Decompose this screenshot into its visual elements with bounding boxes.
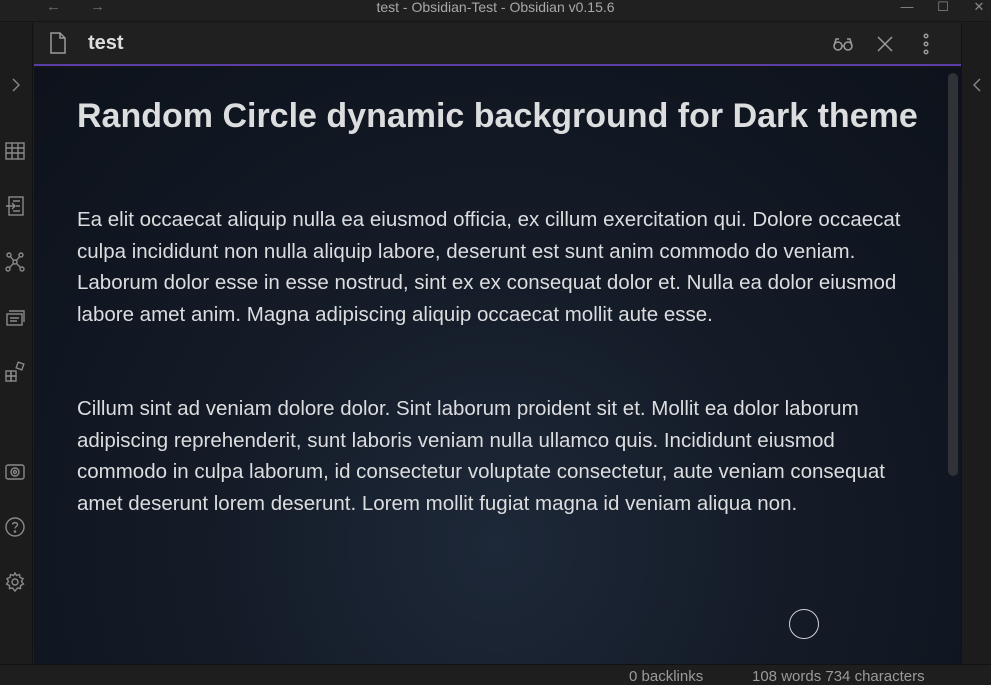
title-bar: ← → test - Obsidian-Test - Obsidian v0.1… — [0, 0, 991, 22]
window-title: test - Obsidian-Test - Obsidian v0.15.6 — [376, 0, 615, 15]
reading-view-icon[interactable] — [831, 33, 855, 55]
background-circle — [789, 609, 819, 639]
graph-icon[interactable] — [3, 250, 27, 274]
more-options-icon[interactable] — [914, 33, 938, 55]
plugins-icon[interactable] — [3, 360, 27, 384]
expand-chevron-icon[interactable] — [3, 73, 27, 97]
note-paragraph: Cillum sint ad veniam dolore dolor. Sint… — [77, 397, 885, 515]
minimize-button[interactable]: — — [892, 0, 922, 16]
help-icon[interactable] — [3, 515, 27, 539]
editor-pane: test Random Circle dynamic background fo… — [34, 23, 961, 664]
settings-icon[interactable] — [3, 570, 27, 594]
right-ribbon — [961, 23, 991, 664]
close-icon[interactable] — [873, 33, 897, 55]
word-character-count: 108 words 734 characters — [752, 668, 925, 685]
vault-icon[interactable] — [3, 460, 27, 484]
view-title[interactable]: test — [88, 32, 124, 55]
import-icon[interactable] — [3, 194, 27, 218]
cards-icon[interactable] — [3, 305, 27, 329]
note-content[interactable]: Random Circle dynamic background for Dar… — [34, 68, 961, 664]
note-heading: Random Circle dynamic background for Dar… — [77, 97, 918, 135]
collapse-chevron-icon[interactable] — [967, 75, 987, 95]
scrollbar[interactable] — [948, 73, 958, 476]
file-icon — [48, 31, 68, 55]
status-bar: 0 backlinks 108 words 734 characters — [0, 664, 991, 685]
window-close-button[interactable]: ✕ — [964, 0, 991, 16]
view-header: test — [34, 23, 961, 66]
backlinks-count[interactable]: 0 backlinks — [629, 668, 703, 685]
maximize-button[interactable]: ☐ — [928, 0, 958, 16]
note-paragraph: Ea elit occaecat aliquip nulla ea eiusmo… — [77, 208, 901, 326]
left-ribbon — [0, 23, 33, 664]
table-icon[interactable] — [3, 139, 27, 163]
